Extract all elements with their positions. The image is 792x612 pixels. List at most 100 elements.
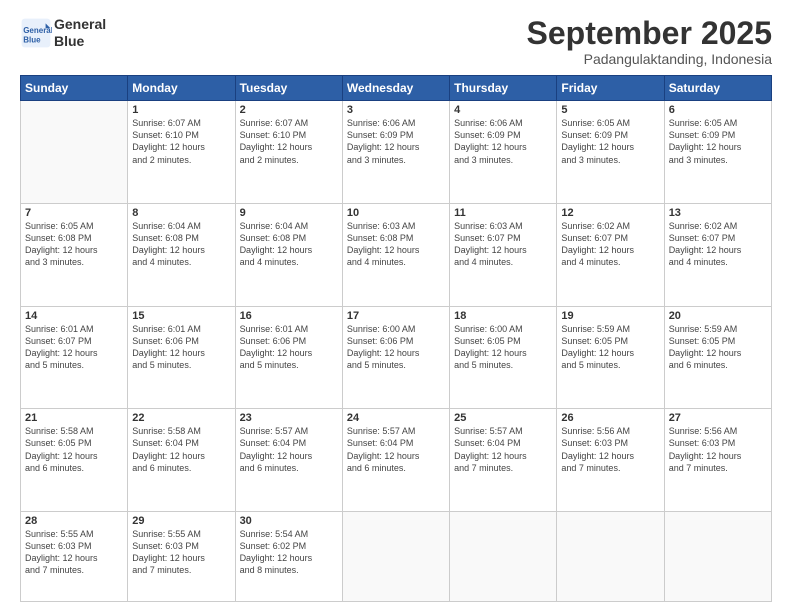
calendar-week-row: 1Sunrise: 6:07 AM Sunset: 6:10 PM Daylig… bbox=[21, 101, 772, 204]
calendar-cell: 14Sunrise: 6:01 AM Sunset: 6:07 PM Dayli… bbox=[21, 306, 128, 409]
logo-text-line1: General bbox=[54, 16, 106, 33]
weekday-header-row: SundayMondayTuesdayWednesdayThursdayFrid… bbox=[21, 76, 772, 101]
calendar-cell: 26Sunrise: 5:56 AM Sunset: 6:03 PM Dayli… bbox=[557, 409, 664, 512]
day-detail: Sunrise: 5:56 AM Sunset: 6:03 PM Dayligh… bbox=[561, 425, 659, 474]
day-number: 19 bbox=[561, 310, 659, 322]
day-number: 7 bbox=[25, 207, 123, 219]
day-detail: Sunrise: 5:55 AM Sunset: 6:03 PM Dayligh… bbox=[132, 528, 230, 577]
weekday-header-tuesday: Tuesday bbox=[235, 76, 342, 101]
calendar-cell: 3Sunrise: 6:06 AM Sunset: 6:09 PM Daylig… bbox=[342, 101, 449, 204]
calendar-week-row: 28Sunrise: 5:55 AM Sunset: 6:03 PM Dayli… bbox=[21, 512, 772, 602]
day-detail: Sunrise: 5:58 AM Sunset: 6:04 PM Dayligh… bbox=[132, 425, 230, 474]
day-detail: Sunrise: 5:54 AM Sunset: 6:02 PM Dayligh… bbox=[240, 528, 338, 577]
calendar-week-row: 7Sunrise: 6:05 AM Sunset: 6:08 PM Daylig… bbox=[21, 203, 772, 306]
calendar-cell: 8Sunrise: 6:04 AM Sunset: 6:08 PM Daylig… bbox=[128, 203, 235, 306]
calendar-cell: 17Sunrise: 6:00 AM Sunset: 6:06 PM Dayli… bbox=[342, 306, 449, 409]
day-detail: Sunrise: 6:07 AM Sunset: 6:10 PM Dayligh… bbox=[132, 117, 230, 166]
day-number: 11 bbox=[454, 207, 552, 219]
day-detail: Sunrise: 6:04 AM Sunset: 6:08 PM Dayligh… bbox=[132, 220, 230, 269]
calendar-cell: 5Sunrise: 6:05 AM Sunset: 6:09 PM Daylig… bbox=[557, 101, 664, 204]
day-detail: Sunrise: 6:07 AM Sunset: 6:10 PM Dayligh… bbox=[240, 117, 338, 166]
day-number: 28 bbox=[25, 515, 123, 527]
day-detail: Sunrise: 6:00 AM Sunset: 6:05 PM Dayligh… bbox=[454, 323, 552, 372]
calendar-cell: 1Sunrise: 6:07 AM Sunset: 6:10 PM Daylig… bbox=[128, 101, 235, 204]
calendar-cell bbox=[342, 512, 449, 602]
calendar-cell: 21Sunrise: 5:58 AM Sunset: 6:05 PM Dayli… bbox=[21, 409, 128, 512]
logo: General Blue General Blue bbox=[20, 16, 106, 50]
logo-icon: General Blue bbox=[20, 17, 52, 49]
calendar-cell: 12Sunrise: 6:02 AM Sunset: 6:07 PM Dayli… bbox=[557, 203, 664, 306]
day-number: 6 bbox=[669, 104, 767, 116]
day-detail: Sunrise: 6:03 AM Sunset: 6:08 PM Dayligh… bbox=[347, 220, 445, 269]
day-number: 30 bbox=[240, 515, 338, 527]
day-number: 12 bbox=[561, 207, 659, 219]
weekday-header-monday: Monday bbox=[128, 76, 235, 101]
day-number: 14 bbox=[25, 310, 123, 322]
day-number: 18 bbox=[454, 310, 552, 322]
day-detail: Sunrise: 6:03 AM Sunset: 6:07 PM Dayligh… bbox=[454, 220, 552, 269]
calendar-cell: 18Sunrise: 6:00 AM Sunset: 6:05 PM Dayli… bbox=[450, 306, 557, 409]
subtitle: Padangulaktanding, Indonesia bbox=[527, 51, 772, 67]
day-number: 25 bbox=[454, 412, 552, 424]
day-detail: Sunrise: 5:57 AM Sunset: 6:04 PM Dayligh… bbox=[240, 425, 338, 474]
page: General Blue General Blue September 2025… bbox=[0, 0, 792, 612]
weekday-header-wednesday: Wednesday bbox=[342, 76, 449, 101]
calendar-cell: 29Sunrise: 5:55 AM Sunset: 6:03 PM Dayli… bbox=[128, 512, 235, 602]
calendar-cell: 20Sunrise: 5:59 AM Sunset: 6:05 PM Dayli… bbox=[664, 306, 771, 409]
day-detail: Sunrise: 6:06 AM Sunset: 6:09 PM Dayligh… bbox=[347, 117, 445, 166]
day-detail: Sunrise: 6:01 AM Sunset: 6:07 PM Dayligh… bbox=[25, 323, 123, 372]
calendar-cell: 15Sunrise: 6:01 AM Sunset: 6:06 PM Dayli… bbox=[128, 306, 235, 409]
day-detail: Sunrise: 6:05 AM Sunset: 6:09 PM Dayligh… bbox=[561, 117, 659, 166]
month-title: September 2025 bbox=[527, 16, 772, 51]
day-number: 29 bbox=[132, 515, 230, 527]
calendar-cell bbox=[664, 512, 771, 602]
weekday-header-sunday: Sunday bbox=[21, 76, 128, 101]
calendar-cell: 13Sunrise: 6:02 AM Sunset: 6:07 PM Dayli… bbox=[664, 203, 771, 306]
day-detail: Sunrise: 5:56 AM Sunset: 6:03 PM Dayligh… bbox=[669, 425, 767, 474]
day-detail: Sunrise: 6:04 AM Sunset: 6:08 PM Dayligh… bbox=[240, 220, 338, 269]
svg-text:Blue: Blue bbox=[23, 35, 41, 44]
calendar-cell: 6Sunrise: 6:05 AM Sunset: 6:09 PM Daylig… bbox=[664, 101, 771, 204]
calendar-cell bbox=[557, 512, 664, 602]
calendar-week-row: 14Sunrise: 6:01 AM Sunset: 6:07 PM Dayli… bbox=[21, 306, 772, 409]
day-detail: Sunrise: 6:00 AM Sunset: 6:06 PM Dayligh… bbox=[347, 323, 445, 372]
day-detail: Sunrise: 6:05 AM Sunset: 6:08 PM Dayligh… bbox=[25, 220, 123, 269]
weekday-header-saturday: Saturday bbox=[664, 76, 771, 101]
day-number: 9 bbox=[240, 207, 338, 219]
day-number: 24 bbox=[347, 412, 445, 424]
day-number: 21 bbox=[25, 412, 123, 424]
day-number: 2 bbox=[240, 104, 338, 116]
calendar-cell: 11Sunrise: 6:03 AM Sunset: 6:07 PM Dayli… bbox=[450, 203, 557, 306]
day-detail: Sunrise: 5:57 AM Sunset: 6:04 PM Dayligh… bbox=[454, 425, 552, 474]
day-detail: Sunrise: 6:06 AM Sunset: 6:09 PM Dayligh… bbox=[454, 117, 552, 166]
day-number: 23 bbox=[240, 412, 338, 424]
calendar-cell: 22Sunrise: 5:58 AM Sunset: 6:04 PM Dayli… bbox=[128, 409, 235, 512]
weekday-header-friday: Friday bbox=[557, 76, 664, 101]
calendar-week-row: 21Sunrise: 5:58 AM Sunset: 6:05 PM Dayli… bbox=[21, 409, 772, 512]
day-detail: Sunrise: 5:55 AM Sunset: 6:03 PM Dayligh… bbox=[25, 528, 123, 577]
calendar-cell: 4Sunrise: 6:06 AM Sunset: 6:09 PM Daylig… bbox=[450, 101, 557, 204]
day-detail: Sunrise: 6:05 AM Sunset: 6:09 PM Dayligh… bbox=[669, 117, 767, 166]
day-number: 8 bbox=[132, 207, 230, 219]
calendar-cell: 25Sunrise: 5:57 AM Sunset: 6:04 PM Dayli… bbox=[450, 409, 557, 512]
calendar-cell: 27Sunrise: 5:56 AM Sunset: 6:03 PM Dayli… bbox=[664, 409, 771, 512]
calendar-cell: 23Sunrise: 5:57 AM Sunset: 6:04 PM Dayli… bbox=[235, 409, 342, 512]
day-number: 15 bbox=[132, 310, 230, 322]
day-number: 1 bbox=[132, 104, 230, 116]
day-number: 16 bbox=[240, 310, 338, 322]
calendar-table: SundayMondayTuesdayWednesdayThursdayFrid… bbox=[20, 75, 772, 602]
day-detail: Sunrise: 5:57 AM Sunset: 6:04 PM Dayligh… bbox=[347, 425, 445, 474]
calendar-cell bbox=[450, 512, 557, 602]
calendar-cell: 24Sunrise: 5:57 AM Sunset: 6:04 PM Dayli… bbox=[342, 409, 449, 512]
day-number: 17 bbox=[347, 310, 445, 322]
day-number: 27 bbox=[669, 412, 767, 424]
calendar-cell: 19Sunrise: 5:59 AM Sunset: 6:05 PM Dayli… bbox=[557, 306, 664, 409]
day-detail: Sunrise: 6:02 AM Sunset: 6:07 PM Dayligh… bbox=[561, 220, 659, 269]
day-number: 20 bbox=[669, 310, 767, 322]
calendar-cell: 16Sunrise: 6:01 AM Sunset: 6:06 PM Dayli… bbox=[235, 306, 342, 409]
calendar-cell: 9Sunrise: 6:04 AM Sunset: 6:08 PM Daylig… bbox=[235, 203, 342, 306]
day-number: 22 bbox=[132, 412, 230, 424]
day-number: 3 bbox=[347, 104, 445, 116]
day-detail: Sunrise: 6:01 AM Sunset: 6:06 PM Dayligh… bbox=[240, 323, 338, 372]
logo-text-line2: Blue bbox=[54, 33, 106, 50]
